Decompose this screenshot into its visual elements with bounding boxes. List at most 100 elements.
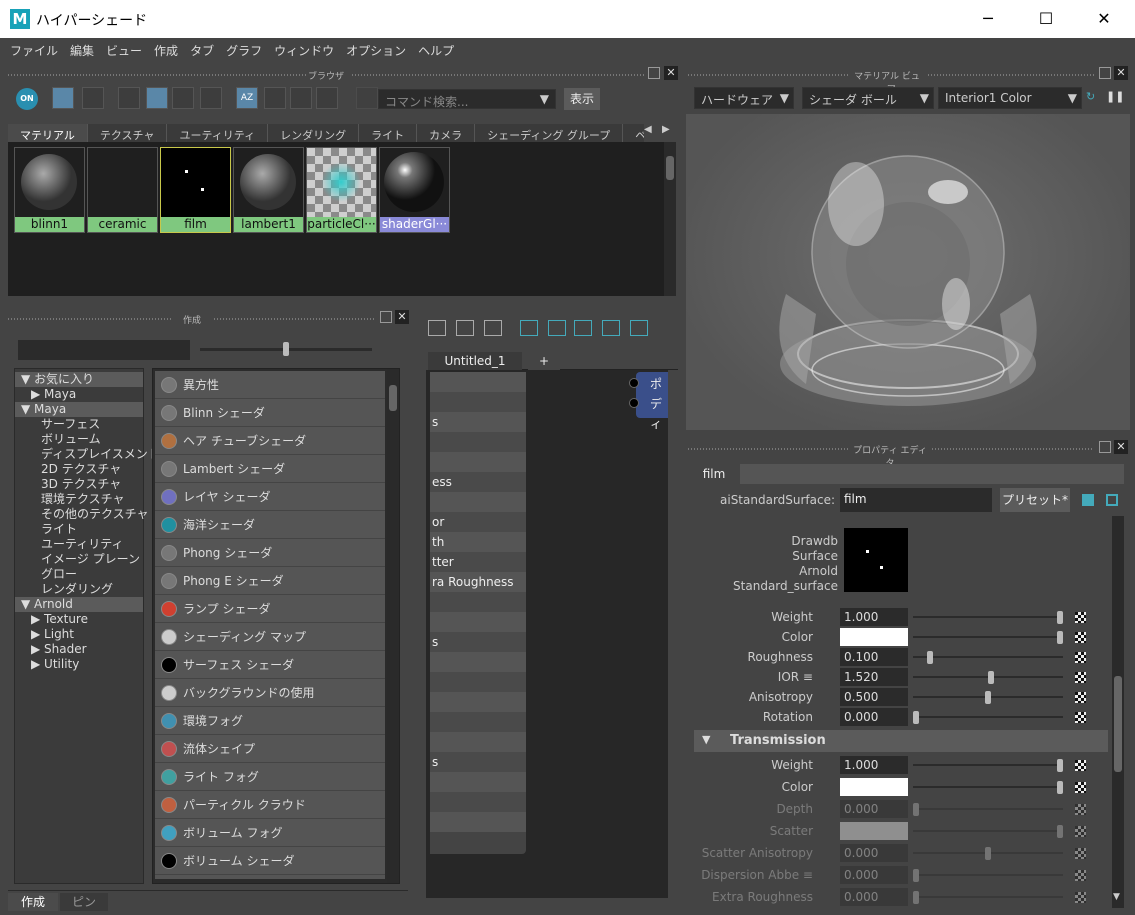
node-attribute-row[interactable]: th [430, 532, 526, 552]
maximize-button[interactable]: ☐ [1017, 0, 1075, 38]
menu-item[interactable]: グラフ [220, 38, 268, 59]
node-type-item[interactable]: ヘア チューブシェーダ [155, 427, 385, 455]
tab-3[interactable]: レンダリング [268, 124, 360, 142]
map-texture-icon[interactable] [1075, 672, 1086, 683]
float-panel-icon[interactable] [648, 67, 660, 79]
attribute-value-input[interactable]: 0.000 [840, 844, 908, 862]
tree-item[interactable]: レンダリング [15, 582, 143, 597]
map-texture-icon[interactable] [1075, 804, 1086, 815]
attribute-value-input[interactable]: 0.000 [840, 866, 908, 884]
tree-item[interactable]: その他のテクスチャ [15, 507, 149, 522]
node-type-item[interactable]: レイヤ シェーダ [155, 483, 385, 511]
node-type-item[interactable]: Lambert シェーダ [155, 455, 385, 483]
node-attribute-row[interactable] [430, 812, 526, 832]
node-attribute-row[interactable] [430, 652, 526, 672]
tab-left-arrow-icon[interactable]: ◀ [644, 124, 652, 135]
show-button[interactable]: 表示 [564, 88, 600, 110]
output-connections-icon[interactable] [484, 320, 502, 336]
refresh-icon[interactable] [316, 87, 338, 109]
input-connections-icon[interactable] [428, 320, 446, 336]
node-type-item[interactable]: バックグラウンドの使用 [155, 679, 385, 707]
menu-item[interactable]: ヘルプ [412, 38, 460, 59]
shader-node[interactable]: s ess or th tter ra Roughness s s [430, 372, 526, 854]
attribute-value-input[interactable]: 0.000 [840, 800, 908, 818]
transmission-section-header[interactable]: ▼ Transmission [694, 730, 1108, 752]
tree-item[interactable]: ▶ Maya [15, 387, 143, 402]
tab-untitled-1[interactable]: Untitled_1 [428, 352, 522, 370]
map-texture-icon[interactable] [1075, 652, 1086, 663]
material-swatch[interactable]: particleCl··· [306, 147, 377, 233]
menu-item[interactable]: 作成 [148, 38, 184, 59]
tree-item[interactable]: ユーティリティ [15, 537, 143, 552]
node-attribute-row[interactable] [430, 792, 526, 812]
float-panel-icon[interactable] [380, 311, 392, 323]
graph-canvas[interactable]: s ess or th tter ra Roughness s s ポ ディ [426, 370, 668, 898]
attribute-slider-knob[interactable] [985, 691, 991, 704]
tree-item[interactable]: サーフェス [15, 417, 143, 432]
close-button[interactable]: ✕ [1075, 0, 1133, 38]
node-attribute-row[interactable]: ess [430, 472, 526, 492]
medium-icon-button[interactable] [146, 87, 168, 109]
node-attribute-row[interactable] [430, 392, 526, 412]
attribute-slider-knob[interactable] [913, 891, 919, 904]
node-attribute-row[interactable] [430, 372, 526, 392]
icon-view-button[interactable] [52, 87, 74, 109]
node-attribute-row[interactable]: ra Roughness [430, 572, 526, 592]
command-search-input[interactable]: コマンド検索... ▼ [378, 89, 556, 109]
shading-group-node[interactable]: ポ ディ [636, 372, 668, 431]
node-type-item[interactable]: ボリューム フォグ [155, 819, 385, 847]
close-panel-icon[interactable]: ✕ [1114, 440, 1128, 454]
tab-7[interactable]: ベイク セット [623, 124, 644, 142]
attribute-slider-knob[interactable] [913, 869, 919, 882]
node-attribute-row[interactable]: tter [430, 552, 526, 572]
map-texture-icon[interactable] [1075, 692, 1086, 703]
tab-6[interactable]: シェーディング グループ [475, 124, 624, 142]
node-type-item[interactable]: 海洋シェーダ [155, 511, 385, 539]
material-swatch[interactable]: lambert1 [233, 147, 304, 233]
tree-item[interactable]: 2D テクスチャ [15, 462, 143, 477]
tree-item[interactable]: ライト [15, 522, 143, 537]
attribute-value-input[interactable]: 1.000 [840, 608, 908, 626]
node-type-item[interactable]: 異方性 [155, 371, 385, 399]
node-attribute-row[interactable]: s [430, 412, 526, 432]
list-view-button[interactable] [82, 87, 104, 109]
create-list-scrollbar[interactable] [387, 369, 399, 883]
menu-item[interactable]: 編集 [64, 38, 100, 59]
attribute-slider-knob[interactable] [1057, 781, 1063, 794]
tab-4[interactable]: ライト [359, 124, 418, 142]
tree-item[interactable]: イメージ プレーン [15, 552, 143, 567]
attribute-slider[interactable] [913, 808, 1063, 810]
tab-0[interactable]: マテリアル [8, 124, 88, 142]
sort-name-button[interactable]: AZ [236, 87, 258, 109]
property-scrollbar[interactable]: ▼ [1112, 516, 1124, 908]
tree-item[interactable]: ▼ お気に入り [15, 372, 143, 387]
node-type-item[interactable]: ランプ シェーダ [155, 595, 385, 623]
attribute-value-input[interactable]: 0.500 [840, 688, 908, 706]
attribute-value-input[interactable]: 0.000 [840, 708, 908, 726]
tab-film[interactable]: film [688, 464, 740, 484]
large-icon-button[interactable] [172, 87, 194, 109]
menu-item[interactable]: ファイル [4, 38, 64, 59]
tree-item[interactable]: 3D テクスチャ [15, 477, 143, 492]
icon-size-slider-knob[interactable] [283, 342, 289, 356]
map-texture-icon[interactable] [1075, 782, 1086, 793]
preset-button[interactable]: プリセット* [1000, 488, 1070, 512]
node-attribute-row[interactable] [430, 492, 526, 512]
create-filter-input[interactable] [18, 340, 190, 360]
attribute-slider-knob[interactable] [1057, 759, 1063, 772]
node-type-item[interactable]: 環境フォグ [155, 707, 385, 735]
node-attribute-row[interactable] [430, 452, 526, 472]
attribute-value-input[interactable]: 1.000 [840, 756, 908, 774]
tree-item[interactable]: ▼ Maya [15, 402, 143, 417]
attribute-value-input[interactable]: 0.000 [840, 888, 908, 906]
node-type-item[interactable]: シェーディング マップ [155, 623, 385, 651]
tree-item[interactable]: ▶ Shader [15, 642, 143, 657]
attribute-slider[interactable] [913, 830, 1063, 832]
node-attribute-row[interactable] [430, 592, 526, 612]
map-texture-icon[interactable] [1075, 848, 1086, 859]
input-port[interactable] [629, 398, 639, 408]
graph-settings-icon[interactable] [630, 320, 648, 336]
float-panel-icon[interactable] [1099, 441, 1111, 453]
menu-item[interactable]: ウィンドウ [268, 38, 340, 59]
browser-scrollbar[interactable] [664, 142, 676, 296]
